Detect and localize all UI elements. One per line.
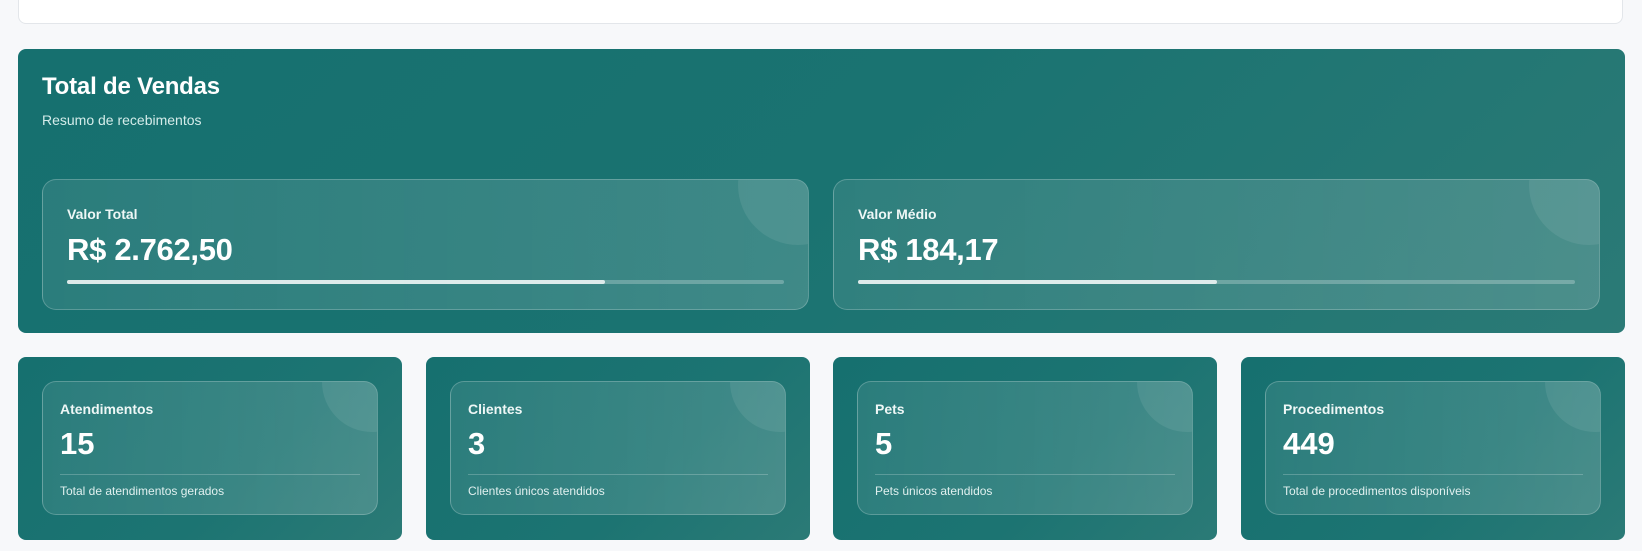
stat-description: Total de procedimentos disponíveis [1283, 484, 1471, 498]
sales-subtitle: Resumo de recebimentos [42, 112, 202, 128]
progress-fill [858, 280, 1217, 284]
decorative-circle [1137, 382, 1192, 432]
divider [468, 474, 768, 475]
decorative-circle [730, 382, 785, 432]
stat-card-atendimentos: Atendimentos 15 Total de atendimentos ge… [18, 357, 402, 540]
stat-description: Pets únicos atendidos [875, 484, 993, 498]
total-value-metric: Valor Total R$ 2.762,50 [42, 179, 809, 310]
sales-summary-card: Total de Vendas Resumo de recebimentos V… [18, 49, 1625, 333]
stat-value: 3 [468, 426, 486, 461]
stat-value: 15 [60, 426, 95, 461]
stat-card-pets: Pets 5 Pets únicos atendidos [833, 357, 1217, 540]
metric-value: R$ 184,17 [858, 232, 999, 267]
progress-fill [67, 280, 605, 284]
progress-bar [858, 280, 1575, 284]
top-panel [18, 0, 1623, 24]
average-value-metric: Valor Médio R$ 184,17 [833, 179, 1600, 310]
stat-description: Total de atendimentos gerados [60, 484, 225, 498]
divider [875, 474, 1175, 475]
stat-inner-panel: Procedimentos 449 Total de procedimentos… [1265, 381, 1601, 515]
stat-inner-panel: Pets 5 Pets únicos atendidos [857, 381, 1193, 515]
stat-label: Clientes [468, 401, 523, 417]
stat-label: Atendimentos [60, 401, 154, 417]
sales-title: Total de Vendas [42, 73, 220, 100]
metric-value: R$ 2.762,50 [67, 232, 233, 267]
divider [60, 474, 360, 475]
decorative-circle [1545, 382, 1600, 432]
divider [1283, 474, 1583, 475]
stat-card-clientes: Clientes 3 Clientes únicos atendidos [426, 357, 810, 540]
decorative-circle [322, 382, 377, 432]
progress-bar [67, 280, 784, 284]
stat-label: Pets [875, 401, 905, 417]
metric-label: Valor Total [67, 206, 138, 222]
stat-inner-panel: Clientes 3 Clientes únicos atendidos [450, 381, 786, 515]
stat-description: Clientes únicos atendidos [468, 484, 605, 498]
stat-value: 5 [875, 426, 893, 461]
stat-label: Procedimentos [1283, 401, 1385, 417]
stat-value: 449 [1283, 426, 1335, 461]
stat-inner-panel: Atendimentos 15 Total de atendimentos ge… [42, 381, 378, 515]
metric-label: Valor Médio [858, 206, 937, 222]
decorative-circle [738, 180, 808, 245]
decorative-circle [1529, 180, 1599, 245]
stat-card-procedimentos: Procedimentos 449 Total de procedimentos… [1241, 357, 1625, 540]
